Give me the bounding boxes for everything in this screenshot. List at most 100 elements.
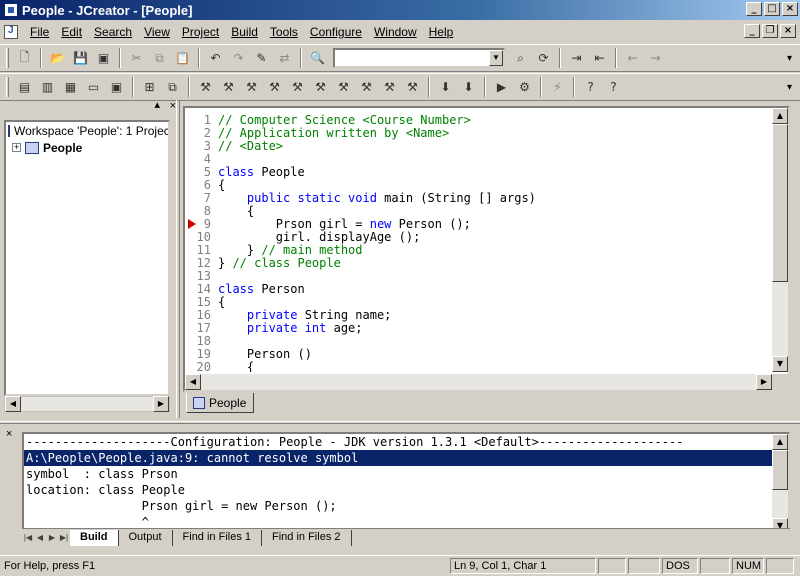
close-button[interactable]: ×: [782, 2, 798, 16]
document-icon[interactable]: [4, 25, 18, 39]
highlight-icon[interactable]: ✎: [250, 47, 273, 69]
maximize-button[interactable]: □: [764, 2, 780, 16]
scroll-right-icon[interactable]: ▶: [756, 374, 772, 390]
menu-window[interactable]: Window: [368, 25, 423, 39]
tool-3-icon[interactable]: ⚒: [240, 76, 263, 98]
mdi-minimize-button[interactable]: _: [744, 24, 760, 38]
unindent-icon[interactable]: ⇤: [588, 47, 611, 69]
close-output-icon[interactable]: ×: [6, 428, 12, 440]
tool-10-icon[interactable]: ⚒: [401, 76, 424, 98]
output-line[interactable]: A:\People\People.java:9: cannot resolve …: [24, 450, 772, 466]
workspace-hscrollbar[interactable]: ◀ ▶: [4, 396, 170, 412]
tool-6-icon[interactable]: ⚒: [309, 76, 332, 98]
new-file-icon[interactable]: 🗋: [13, 47, 36, 69]
context-help-icon[interactable]: ?: [602, 76, 625, 98]
tool-9-icon[interactable]: ⚒: [378, 76, 401, 98]
editor-text-area[interactable]: 1// Computer Science <Course Number> 2// …: [185, 108, 772, 372]
class-view-icon[interactable]: ▦: [59, 76, 82, 98]
pin-icon[interactable]: ▴: [154, 98, 160, 111]
code-line[interactable]: 7 public static void main (String [] arg…: [185, 192, 772, 205]
scroll-right-icon[interactable]: ▶: [153, 396, 169, 412]
window-tile-icon[interactable]: ⊞: [138, 76, 161, 98]
output-scroll-thumb[interactable]: [772, 450, 788, 490]
forward-arrow-icon[interactable]: →: [644, 47, 667, 69]
code-line[interactable]: 17 private int age;: [185, 322, 772, 335]
tree-workspace-root[interactable]: Workspace 'People': 1 Project: [6, 122, 168, 139]
scroll-up-icon[interactable]: ▲: [772, 434, 788, 450]
menu-help[interactable]: Help: [423, 25, 460, 39]
code-editor[interactable]: 1// Computer Science <Course Number> 2// …: [183, 106, 790, 392]
find-replace-icon[interactable]: ⟳: [532, 47, 555, 69]
expand-icon[interactable]: +: [12, 143, 21, 152]
tab-output[interactable]: Output: [119, 529, 173, 546]
scroll-up-icon[interactable]: ▲: [772, 108, 788, 124]
tab-first-icon[interactable]: |◀: [22, 533, 34, 542]
editor-scroll-thumb[interactable]: [772, 124, 788, 282]
tab-find-in-files-2[interactable]: Find in Files 2: [262, 529, 352, 546]
code-line[interactable]: 19 Person (): [185, 348, 772, 361]
run-options-icon[interactable]: ⚙: [513, 76, 536, 98]
output-line[interactable]: location: class People: [24, 482, 772, 498]
compile-project-icon[interactable]: ⬇: [457, 76, 480, 98]
redo-icon[interactable]: ↷: [227, 47, 250, 69]
package-view-icon[interactable]: ▥: [36, 76, 59, 98]
tree-project-people[interactable]: + People: [6, 139, 168, 156]
code-line[interactable]: 5 class People: [185, 166, 772, 179]
tool-1-icon[interactable]: ⚒: [194, 76, 217, 98]
tab-last-icon[interactable]: ▶|: [58, 533, 70, 542]
output-pane-icon[interactable]: ▣: [105, 76, 128, 98]
toolbar-overflow-icon[interactable]: ▾: [787, 53, 792, 64]
tool-8-icon[interactable]: ⚒: [355, 76, 378, 98]
output-line[interactable]: symbol : class Prson: [24, 466, 772, 482]
tool-5-icon[interactable]: ⚒: [286, 76, 309, 98]
tab-prev-icon[interactable]: ◀: [34, 533, 46, 542]
tab-find-in-files-1[interactable]: Find in Files 1: [173, 529, 263, 546]
find-in-files-icon[interactable]: ⌕: [509, 47, 532, 69]
chevron-down-icon[interactable]: ▼: [489, 50, 503, 66]
output-line[interactable]: --------------------Configuration: Peopl…: [24, 434, 772, 450]
menu-file[interactable]: File: [24, 25, 55, 39]
scroll-left-icon[interactable]: ◀: [185, 374, 201, 390]
menu-edit[interactable]: Edit: [55, 25, 88, 39]
paste-icon[interactable]: 📋: [171, 47, 194, 69]
code-line[interactable]: 20 {: [185, 361, 772, 372]
scroll-left-icon[interactable]: ◀: [5, 396, 21, 412]
tab-next-icon[interactable]: ▶: [46, 533, 58, 542]
tool-2-icon[interactable]: ⚒: [217, 76, 240, 98]
menu-search[interactable]: Search: [88, 25, 138, 39]
workspace-view-icon[interactable]: ▤: [13, 76, 36, 98]
search-combo[interactable]: ▼: [333, 48, 505, 68]
tab-people[interactable]: People: [186, 393, 254, 413]
tab-build[interactable]: Build: [70, 529, 119, 546]
code-line[interactable]: 14 class Person: [185, 283, 772, 296]
open-folder-icon[interactable]: 📂: [46, 47, 69, 69]
back-arrow-icon[interactable]: ←: [621, 47, 644, 69]
find-icon[interactable]: 🔍: [306, 47, 329, 69]
minimize-button[interactable]: _: [746, 2, 762, 16]
editor-hscrollbar[interactable]: ◀ ▶: [185, 374, 772, 390]
tool-4-icon[interactable]: ⚒: [263, 76, 286, 98]
execute-icon[interactable]: ▶: [490, 76, 513, 98]
mdi-close-button[interactable]: ×: [780, 24, 796, 38]
code-line[interactable]: 12} // class People: [185, 257, 772, 270]
undo-icon[interactable]: ↶: [204, 47, 227, 69]
menu-view[interactable]: View: [138, 25, 176, 39]
save-icon[interactable]: 💾: [69, 47, 92, 69]
pane-splitter[interactable]: [176, 100, 180, 418]
copy-icon[interactable]: ⧉: [148, 47, 171, 69]
help-icon[interactable]: ?: [579, 76, 602, 98]
menu-project[interactable]: Project: [176, 25, 225, 39]
editor-vscrollbar[interactable]: ▲ ▼: [772, 108, 788, 372]
menu-tools[interactable]: Tools: [264, 25, 304, 39]
compile-file-icon[interactable]: ⬇: [434, 76, 457, 98]
output-line[interactable]: Prson girl = new Person ();: [24, 498, 772, 514]
indent-icon[interactable]: ⇥: [565, 47, 588, 69]
tool-7-icon[interactable]: ⚒: [332, 76, 355, 98]
code-line[interactable]: 3// <Date>: [185, 140, 772, 153]
replace-icon[interactable]: ⇄: [273, 47, 296, 69]
output-vscrollbar[interactable]: ▲ ▼: [772, 434, 788, 534]
cut-icon[interactable]: ✂: [125, 47, 148, 69]
save-all-icon[interactable]: ▣: [92, 47, 115, 69]
build-output[interactable]: --------------------Configuration: Peopl…: [22, 432, 790, 536]
stop-icon[interactable]: ⚡: [546, 76, 569, 98]
